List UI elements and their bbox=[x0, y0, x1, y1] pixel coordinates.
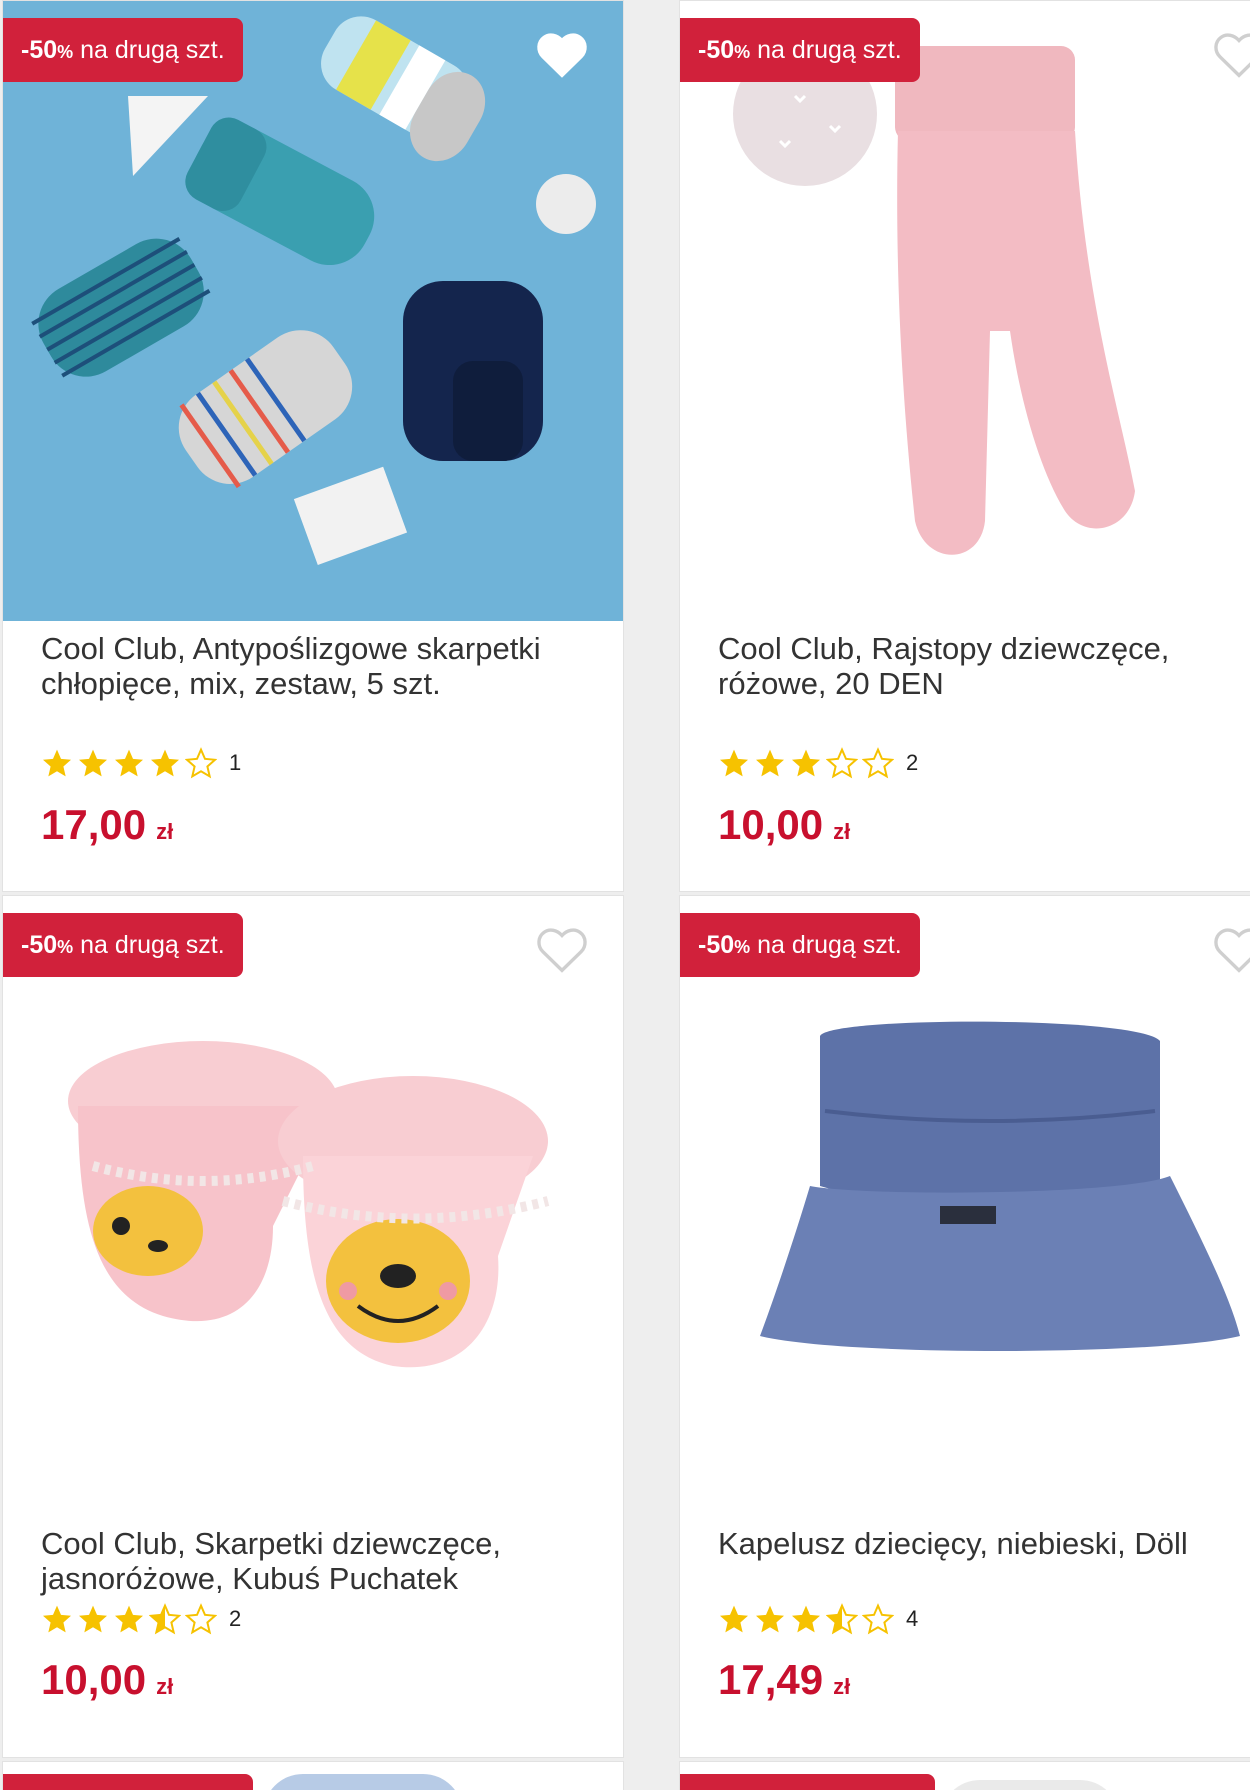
star-outline-icon bbox=[185, 1603, 217, 1635]
product-title[interactable]: Cool Club, Antypoślizgowe skarpetki chło… bbox=[41, 631, 605, 701]
star-icon bbox=[43, 749, 71, 777]
product-grid: -50% na drugą szt. Cool Club, Antypośliz… bbox=[0, 0, 1250, 1790]
discount-badge: -50% na drugą szt. bbox=[680, 913, 920, 977]
product-image[interactable] bbox=[3, 1, 623, 621]
product-title[interactable]: Kapelusz dziecięcy, niebieski, Döll bbox=[718, 1526, 1240, 1561]
star-icon bbox=[79, 749, 107, 777]
star-icon bbox=[756, 749, 784, 777]
product-rating: 2 bbox=[41, 1602, 241, 1636]
product-image-partial[interactable] bbox=[940, 1780, 1120, 1790]
product-price: 17,00 zł bbox=[41, 801, 174, 848]
star-half-icon bbox=[826, 1603, 858, 1635]
rating-count: 2 bbox=[906, 750, 919, 775]
product-rating: 2 bbox=[718, 746, 918, 780]
star-outline-icon bbox=[862, 747, 894, 779]
heart-outline-icon[interactable] bbox=[1212, 29, 1250, 79]
discount-badge: -50% na drugą szt. bbox=[680, 18, 920, 82]
product-rating: 1 bbox=[41, 746, 241, 780]
star-icon bbox=[756, 1605, 784, 1633]
star-outline-icon bbox=[185, 747, 217, 779]
product-rating: 4 bbox=[718, 1602, 918, 1636]
product-card[interactable]: -50% na drugą szt. Kapelusz dziecięcy, n… bbox=[679, 895, 1250, 1758]
heart-outline-icon[interactable] bbox=[535, 924, 589, 974]
product-card[interactable]: -50% na drugą szt. Cool Club, Antypośliz… bbox=[2, 0, 624, 892]
star-icon bbox=[720, 749, 748, 777]
product-image[interactable] bbox=[680, 1, 1250, 621]
product-price: 17,49 zł bbox=[718, 1656, 851, 1703]
rating-count: 1 bbox=[229, 750, 242, 775]
star-outline-icon bbox=[862, 1603, 894, 1635]
discount-badge-partial bbox=[680, 1774, 935, 1790]
star-half-icon bbox=[149, 1603, 181, 1635]
discount-badge: -50% na drugą szt. bbox=[3, 913, 243, 977]
product-card[interactable]: -50% na drugą szt. Cool Club, Skarpetki … bbox=[2, 895, 624, 1758]
product-image-partial[interactable] bbox=[263, 1774, 463, 1790]
product-image[interactable] bbox=[3, 896, 623, 1516]
product-title[interactable]: Cool Club, Rajstopy dziewczęce, różowe, … bbox=[718, 631, 1240, 701]
rating-count: 4 bbox=[906, 1606, 919, 1631]
product-card-partial[interactable] bbox=[679, 1761, 1250, 1790]
product-card-partial[interactable] bbox=[2, 1761, 624, 1790]
star-icon bbox=[115, 749, 143, 777]
product-title[interactable]: Cool Club, Skarpetki dziewczęce, jasnoró… bbox=[41, 1526, 605, 1596]
star-icon bbox=[792, 1605, 820, 1633]
heart-icon[interactable] bbox=[535, 29, 589, 79]
product-image[interactable] bbox=[680, 896, 1250, 1516]
star-icon bbox=[720, 1605, 748, 1633]
star-icon bbox=[79, 1605, 107, 1633]
product-price: 10,00 zł bbox=[41, 1656, 174, 1703]
star-icon bbox=[151, 749, 179, 777]
discount-badge: -50% na drugą szt. bbox=[3, 18, 243, 82]
product-card[interactable]: -50% na drugą szt. Cool Club, Rajstopy d… bbox=[679, 0, 1250, 892]
heart-outline-icon[interactable] bbox=[1212, 924, 1250, 974]
rating-count: 2 bbox=[229, 1606, 242, 1631]
star-icon bbox=[115, 1605, 143, 1633]
star-icon bbox=[43, 1605, 71, 1633]
discount-badge-partial bbox=[3, 1774, 253, 1790]
product-price: 10,00 zł bbox=[718, 801, 851, 848]
star-icon bbox=[792, 749, 820, 777]
star-outline-icon bbox=[826, 747, 858, 779]
